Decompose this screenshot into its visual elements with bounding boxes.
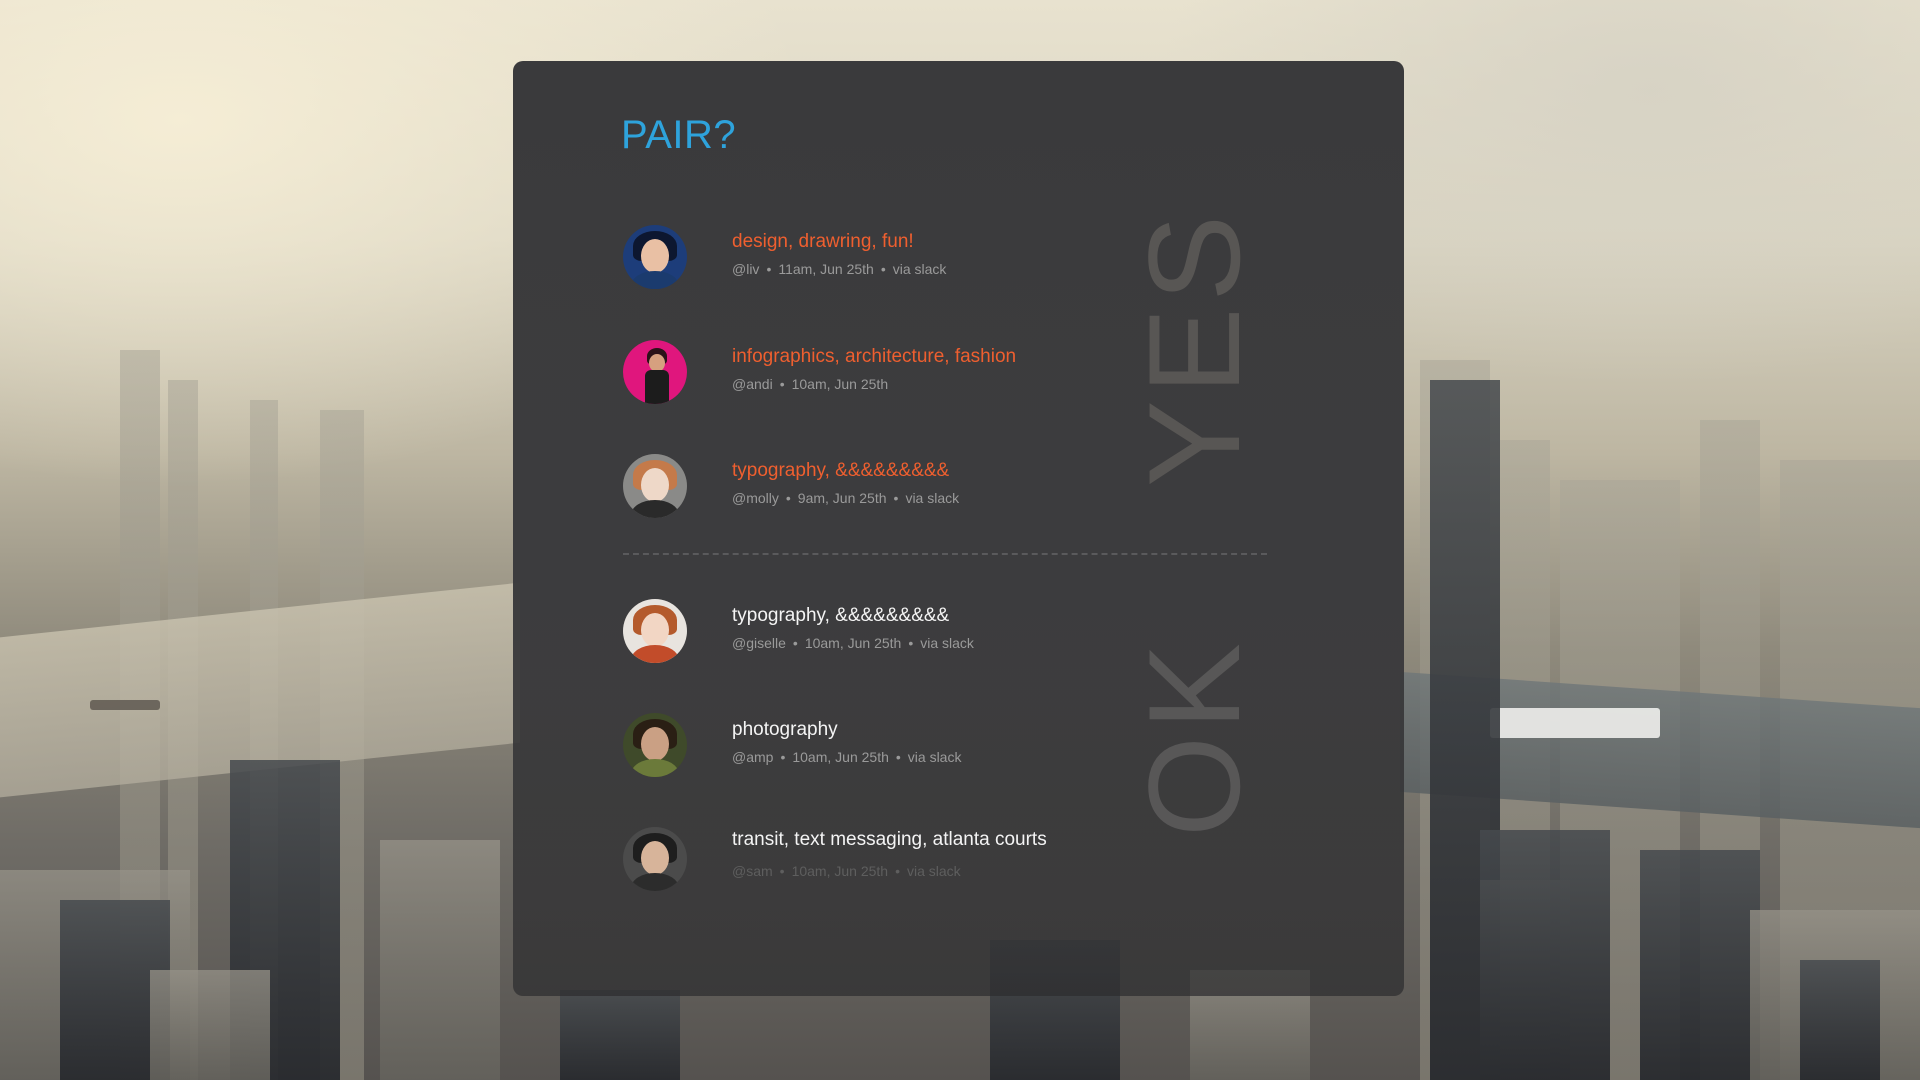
background-building <box>380 840 500 1080</box>
pair-meta: @molly • 9am, Jun 25th • via slack <box>732 490 959 506</box>
pair-meta: @andi • 10am, Jun 25th <box>732 376 888 392</box>
timestamp: 9am, Jun 25th <box>797 490 887 506</box>
timestamp: 10am, Jun 25th <box>791 863 889 879</box>
pair-request-item[interactable]: infographics, architecture, fashion @and… <box>623 340 1183 410</box>
separator-dot: • <box>880 261 886 277</box>
background-city-photo: PAIR? YES OK design, drawring, fun! @liv… <box>0 0 1920 1080</box>
section-divider <box>623 553 1267 555</box>
source-label: via slack <box>892 261 947 277</box>
separator-dot: • <box>895 749 901 765</box>
avatar-andi[interactable] <box>623 340 687 404</box>
pair-request-item[interactable]: transit, text messaging, atlanta courts … <box>623 827 1183 897</box>
pair-meta: @sam • 10am, Jun 25th • via slack <box>732 863 961 879</box>
avatar-molly[interactable] <box>623 454 687 518</box>
user-handle[interactable]: @liv <box>732 261 759 277</box>
background-building <box>150 970 270 1080</box>
separator-dot: • <box>779 376 785 392</box>
background-building <box>1800 960 1880 1080</box>
source-label: via slack <box>905 490 960 506</box>
separator-dot: • <box>893 490 899 506</box>
app-logo[interactable]: PAIR? <box>621 113 736 158</box>
separator-dot: • <box>785 490 791 506</box>
avatar-amp[interactable] <box>623 713 687 777</box>
pair-request-item[interactable]: typography, &&&&&&&&& @giselle • 10am, Jun… <box>623 599 1183 669</box>
source-label: via slack <box>920 635 974 651</box>
separator-dot: • <box>766 261 772 277</box>
timestamp: 10am, Jun 25th <box>791 376 889 392</box>
separator-dot: • <box>792 635 798 651</box>
background-building <box>560 990 680 1080</box>
background-building <box>1640 850 1760 1080</box>
separator-dot: • <box>895 863 900 879</box>
user-handle[interactable]: @sam <box>732 863 773 879</box>
pair-topic[interactable]: typography, &&&&&&&&& <box>732 460 949 482</box>
pair-meta: @giselle • 10am, Jun 25th • via slack <box>732 635 974 651</box>
pair-meta: @amp • 10am, Jun 25th • via slack <box>732 749 961 765</box>
pair-panel: PAIR? YES OK design, drawring, fun! @liv… <box>513 61 1404 996</box>
source-label: via slack <box>907 749 962 765</box>
source-label: via slack <box>907 863 961 879</box>
separator-dot: • <box>779 863 785 879</box>
avatar-sam[interactable] <box>623 827 687 891</box>
pair-topic[interactable]: infographics, architecture, fashion <box>732 346 1016 368</box>
background-building <box>1480 830 1610 1080</box>
avatar-giselle[interactable] <box>623 599 687 663</box>
pair-topic[interactable]: photography <box>732 719 838 741</box>
user-handle[interactable]: @amp <box>732 749 773 765</box>
background-ship <box>1490 708 1660 738</box>
pair-topic[interactable]: transit, text messaging, atlanta courts <box>732 829 1047 851</box>
pair-meta: @liv • 11am, Jun 25th • via slack <box>732 261 946 277</box>
pair-request-item[interactable]: typography, &&&&&&&&& @molly • 9am, Jun 25… <box>623 454 1183 524</box>
separator-dot: • <box>908 635 914 651</box>
timestamp: 10am, Jun 25th <box>804 635 902 651</box>
pair-topic[interactable]: design, drawring, fun! <box>732 231 914 253</box>
pair-request-item[interactable]: design, drawring, fun! @liv • 11am, Jun 25… <box>623 225 1183 295</box>
separator-dot: • <box>780 749 786 765</box>
timestamp: 11am, Jun 25th <box>778 261 874 277</box>
timestamp: 10am, Jun 25th <box>792 749 889 765</box>
background-ship <box>90 700 160 710</box>
avatar-liv[interactable] <box>623 225 687 289</box>
pair-topic[interactable]: typography, &&&&&&&&& <box>732 605 949 627</box>
pair-request-item[interactable]: photography @amp • 10am, Jun 25th • via slac… <box>623 713 1183 783</box>
user-handle[interactable]: @molly <box>732 490 779 506</box>
user-handle[interactable]: @giselle <box>732 635 786 651</box>
user-handle[interactable]: @andi <box>732 376 773 392</box>
